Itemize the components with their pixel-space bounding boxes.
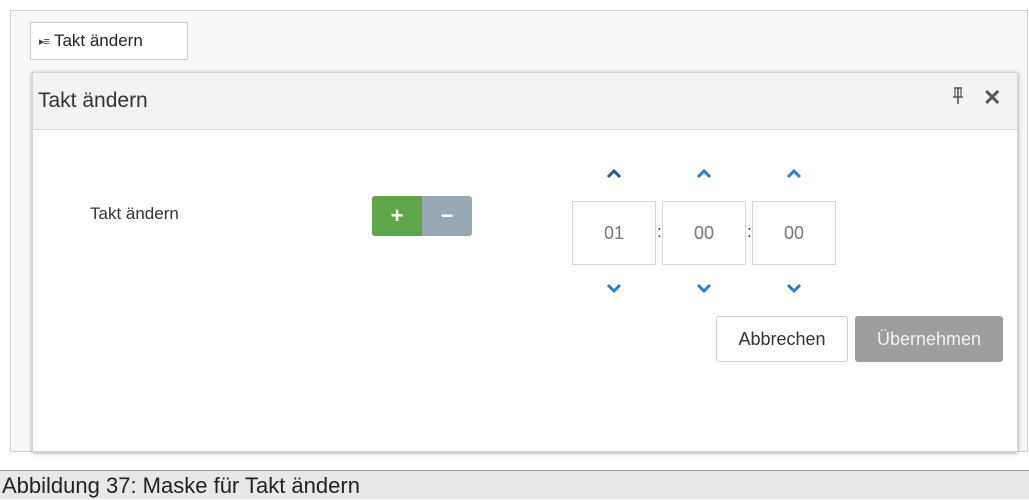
minutes-down-icon[interactable] xyxy=(692,280,716,296)
hours-input[interactable]: 01 xyxy=(572,201,656,265)
minutes-up-icon[interactable] xyxy=(692,166,716,182)
cancel-button[interactable]: Abbrechen xyxy=(716,316,848,362)
dialog-header: Takt ändern ✕ xyxy=(33,73,1017,130)
seconds-input[interactable]: 00 xyxy=(752,201,836,265)
hours-down-icon[interactable] xyxy=(602,280,626,296)
list-expand-icon: ▸≡ xyxy=(39,35,50,48)
seconds-up-icon[interactable] xyxy=(782,166,806,182)
hours-up-icon[interactable] xyxy=(602,166,626,182)
plus-button[interactable]: + xyxy=(372,196,422,236)
seconds-down-icon[interactable] xyxy=(782,280,806,296)
takt-aendern-launcher[interactable]: ▸≡ Takt ändern xyxy=(30,22,188,60)
figure-caption: Abbildung 37: Maske für Takt ändern xyxy=(0,470,1029,499)
apply-button[interactable]: Übernehmen xyxy=(855,316,1003,362)
increase-decrease-toggle: + − xyxy=(372,196,472,236)
minus-button[interactable]: − xyxy=(422,196,472,236)
takt-dialog: Takt ändern ✕ xyxy=(32,72,1018,452)
pin-icon[interactable] xyxy=(951,87,965,110)
field-label: Takt ändern xyxy=(90,204,179,223)
dialog-title: Takt ändern xyxy=(38,89,148,112)
minutes-input[interactable]: 00 xyxy=(662,201,746,265)
launcher-label: Takt ändern xyxy=(53,31,143,50)
close-icon[interactable]: ✕ xyxy=(983,85,1001,111)
